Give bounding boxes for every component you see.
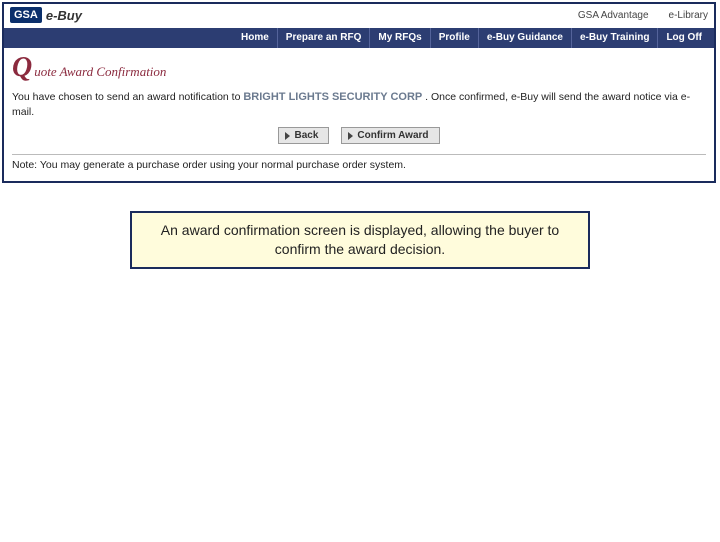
product-name: e-Buy — [46, 8, 82, 23]
back-label: Back — [294, 130, 318, 141]
nav-prepare-rfq[interactable]: Prepare an RFQ — [277, 28, 370, 48]
back-button[interactable]: Back — [278, 127, 329, 144]
chevron-right-icon — [285, 132, 290, 140]
nav-log-off[interactable]: Log Off — [657, 28, 710, 48]
logo-area: GSA e-Buy — [10, 7, 82, 23]
gsa-logo: GSA — [10, 7, 42, 23]
intro-before: You have chosen to send an award notific… — [12, 91, 243, 103]
confirmation-text: You have chosen to send an award notific… — [12, 90, 706, 119]
divider — [12, 154, 706, 155]
footnote: Note: You may generate a purchase order … — [12, 159, 706, 171]
nav-home[interactable]: Home — [233, 28, 277, 48]
annotation-callout: An award confirmation screen is displaye… — [130, 211, 590, 269]
main-nav: Home Prepare an RFQ My RFQs Profile e-Bu… — [4, 28, 714, 48]
confirm-label: Confirm Award — [357, 130, 428, 141]
vendor-name: BRIGHT LIGHTS SECURITY CORP — [243, 91, 422, 103]
link-elibrary[interactable]: e-Library — [669, 10, 708, 21]
chevron-right-icon — [348, 132, 353, 140]
nav-my-rfqs[interactable]: My RFQs — [369, 28, 429, 48]
confirm-award-button[interactable]: Confirm Award — [341, 127, 439, 144]
utility-links: GSA Advantage e-Library — [578, 10, 708, 21]
title-rest: uote Award Confirmation — [34, 64, 166, 80]
content-area: Q uote Award Confirmation You have chose… — [4, 48, 714, 181]
nav-ebuy-guidance[interactable]: e-Buy Guidance — [478, 28, 571, 48]
nav-ebuy-training[interactable]: e-Buy Training — [571, 28, 657, 48]
app-window: GSA e-Buy GSA Advantage e-Library Home P… — [2, 2, 716, 183]
action-buttons: Back Confirm Award — [12, 127, 706, 144]
title-initial: Q — [12, 54, 32, 82]
top-bar: GSA e-Buy GSA Advantage e-Library — [4, 4, 714, 28]
nav-profile[interactable]: Profile — [430, 28, 478, 48]
link-gsa-advantage[interactable]: GSA Advantage — [578, 10, 649, 21]
page-title: Q uote Award Confirmation — [12, 54, 706, 82]
